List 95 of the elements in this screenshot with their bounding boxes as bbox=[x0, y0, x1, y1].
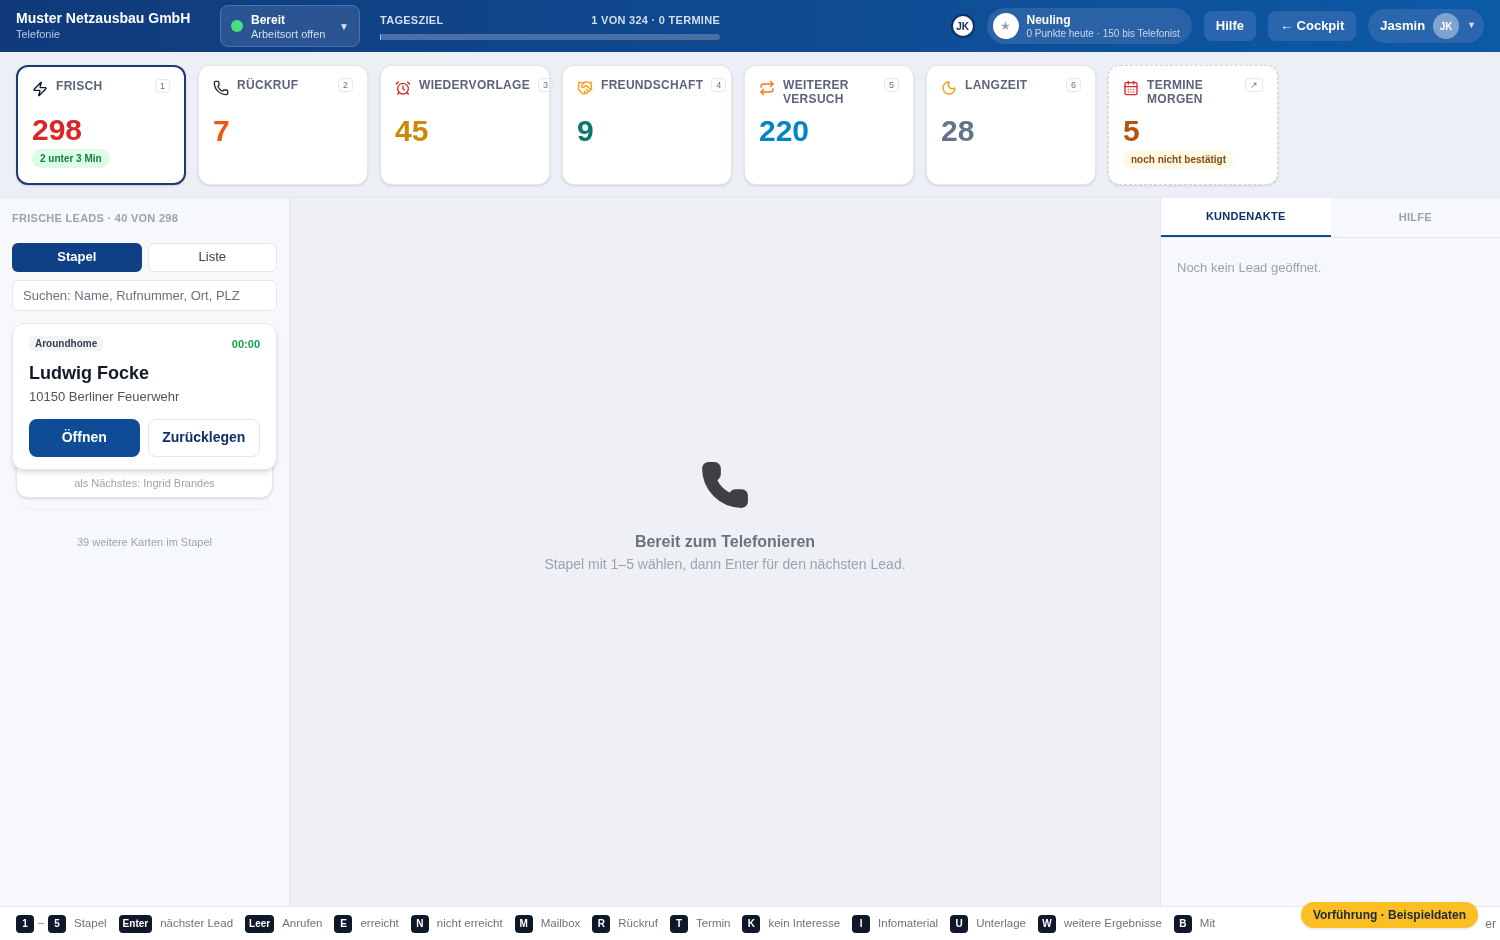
goal-label: TAGESZIEL bbox=[380, 12, 444, 28]
key-cap: T bbox=[669, 914, 688, 933]
card-note: noch nicht bestätigt bbox=[1123, 150, 1234, 169]
lead-name: Ludwig Focke bbox=[29, 362, 150, 385]
empty-title: Bereit zum Telefonieren bbox=[634, 531, 816, 552]
shortcut-label: nächster Lead bbox=[160, 915, 234, 931]
key-cap: I bbox=[852, 914, 871, 933]
category-card[interactable]: TERMINE MORGEN ↗ 5 noch nicht bestätigt bbox=[1108, 64, 1278, 185]
key-cap: K bbox=[742, 914, 761, 933]
lead-button[interactable]: Öffnen bbox=[29, 418, 140, 457]
card-title: WIEDERVORLAGE bbox=[419, 77, 531, 92]
call-timer: 00:00 bbox=[231, 336, 260, 352]
card-count: 28 bbox=[941, 113, 976, 148]
phone-icon bbox=[213, 79, 229, 96]
phone-icon bbox=[700, 459, 750, 510]
rank-detail: 0 Punkte heute · 150 bis Telefonist bbox=[1026, 28, 1180, 40]
card-count: 45 bbox=[395, 113, 430, 148]
key-cap: N bbox=[410, 914, 429, 933]
key-cap: 5 bbox=[48, 914, 66, 933]
header-button[interactable]: ← Cockpit bbox=[1267, 11, 1357, 41]
card-title: LANGZEIT bbox=[965, 77, 1029, 92]
status-dropdown[interactable]: Bereit Arbeitsort offen ▼ bbox=[220, 5, 360, 47]
category-card[interactable]: FREUNDSCHAFT 4 9 bbox=[562, 64, 732, 185]
moon-icon bbox=[941, 79, 957, 96]
shortcut-label: erreicht bbox=[360, 915, 399, 931]
app-subtitle: Telefonie bbox=[16, 26, 62, 42]
view-tab[interactable]: Stapel bbox=[12, 242, 142, 272]
card-title: WEITERER VERSUCH bbox=[783, 77, 850, 106]
shortcut-label: kein Interesse bbox=[768, 915, 841, 931]
panel-heading: FRISCHE LEADS · 40 VON 298 bbox=[12, 211, 180, 226]
shortcut-label: Rückruf bbox=[618, 915, 658, 931]
card-note: 2 unter 3 Min bbox=[32, 149, 110, 168]
rank-title: Neuling bbox=[1026, 12, 1072, 28]
card-count: 298 bbox=[32, 112, 84, 147]
shortcut-label: er bbox=[1485, 915, 1496, 933]
shortcut-label: Anrufen bbox=[282, 915, 323, 931]
shortcut-label: Mailbox bbox=[540, 915, 581, 931]
shortcut-key: 2 bbox=[338, 77, 353, 92]
shortcut-key: 1 bbox=[155, 78, 170, 93]
card-title: RÜCKRUF bbox=[237, 77, 300, 92]
calendar-icon bbox=[1123, 79, 1139, 96]
panel-tab[interactable]: KUNDENAKTE bbox=[1161, 198, 1331, 237]
shortcut-label: Infomaterial bbox=[878, 915, 939, 931]
category-card[interactable]: WIEDERVORLAGE 3 45 bbox=[380, 64, 550, 185]
lead-button[interactable]: Zurücklegen bbox=[147, 418, 260, 457]
shortcut-label: nicht erreicht bbox=[436, 915, 503, 931]
user-avatar: JK bbox=[1433, 13, 1460, 39]
repeat-icon bbox=[759, 79, 775, 96]
key-cap: Leer bbox=[245, 914, 275, 933]
shortcut-label: weitere Ergebnisse bbox=[1064, 915, 1162, 931]
category-card[interactable]: FRISCH 1 298 2 unter 3 Min bbox=[16, 64, 186, 185]
range-dash bbox=[38, 923, 44, 924]
card-count: 9 bbox=[577, 113, 595, 148]
initials-avatar: JK bbox=[950, 14, 975, 38]
shortcut-key: 3 bbox=[538, 77, 554, 92]
demo-badge: Vorführung · Beispieldaten bbox=[1300, 902, 1478, 928]
empty-message: Noch kein Lead geöffnet. bbox=[1177, 259, 1323, 277]
shortcut-key: ↗ bbox=[1245, 77, 1263, 92]
card-count: 5 bbox=[1123, 113, 1141, 148]
shortcut-label: Mit bbox=[1199, 915, 1216, 931]
key-cap: Enter bbox=[118, 914, 153, 933]
remaining-cards: 39 weitere Karten im Stapel bbox=[12, 534, 277, 551]
card-title: FREUNDSCHAFT bbox=[601, 77, 704, 92]
key-cap: R bbox=[592, 914, 611, 933]
shortcut-label: Unterlage bbox=[976, 915, 1027, 931]
view-tab[interactable]: Liste bbox=[147, 242, 277, 272]
empty-hint: Stapel mit 1–5 wählen, dann Enter für den nächsten Lead. bbox=[544, 554, 906, 574]
company-name: Muster Netzausbau GmbH bbox=[16, 9, 192, 26]
source-tag: Aroundhome bbox=[29, 336, 104, 352]
header-button[interactable]: Hilfe bbox=[1203, 11, 1256, 41]
card-title: TERMINE MORGEN bbox=[1147, 77, 1205, 106]
shortcut-key: 6 bbox=[1066, 77, 1081, 92]
shortcut-key: 5 bbox=[884, 77, 899, 92]
shortcut-label: Termin bbox=[695, 915, 731, 931]
card-count: 220 bbox=[759, 113, 811, 148]
category-card[interactable]: WEITERER VERSUCH 5 220 bbox=[744, 64, 914, 185]
key-cap: E bbox=[334, 914, 353, 933]
shortcut-key: 4 bbox=[711, 77, 727, 92]
shortcut-label: Stapel bbox=[74, 915, 107, 931]
search-field[interactable]: Suchen: Name, Rufnummer, Ort, PLZ bbox=[12, 279, 277, 311]
handshake-icon bbox=[577, 79, 593, 96]
card-count: 7 bbox=[213, 113, 231, 148]
user-menu[interactable]: Jasmin JK ▼ bbox=[1368, 9, 1484, 43]
key-cap: B bbox=[1173, 914, 1192, 933]
goal-reading: 1 VON 324 · 0 TERMINE bbox=[591, 12, 720, 28]
card-title: FRISCH bbox=[56, 78, 104, 93]
category-card[interactable]: RÜCKRUF 2 7 bbox=[198, 64, 368, 185]
key-cap: U bbox=[950, 914, 969, 933]
alarm-clock-icon bbox=[395, 79, 411, 96]
bolt-icon bbox=[32, 80, 48, 97]
key-cap: W bbox=[1038, 914, 1057, 933]
key-cap: 1 bbox=[16, 914, 34, 933]
key-cap: M bbox=[514, 914, 533, 933]
lead-address: 10150 Berliner Feuerwehr bbox=[29, 388, 181, 406]
category-card[interactable]: LANGZEIT 6 28 bbox=[926, 64, 1096, 185]
